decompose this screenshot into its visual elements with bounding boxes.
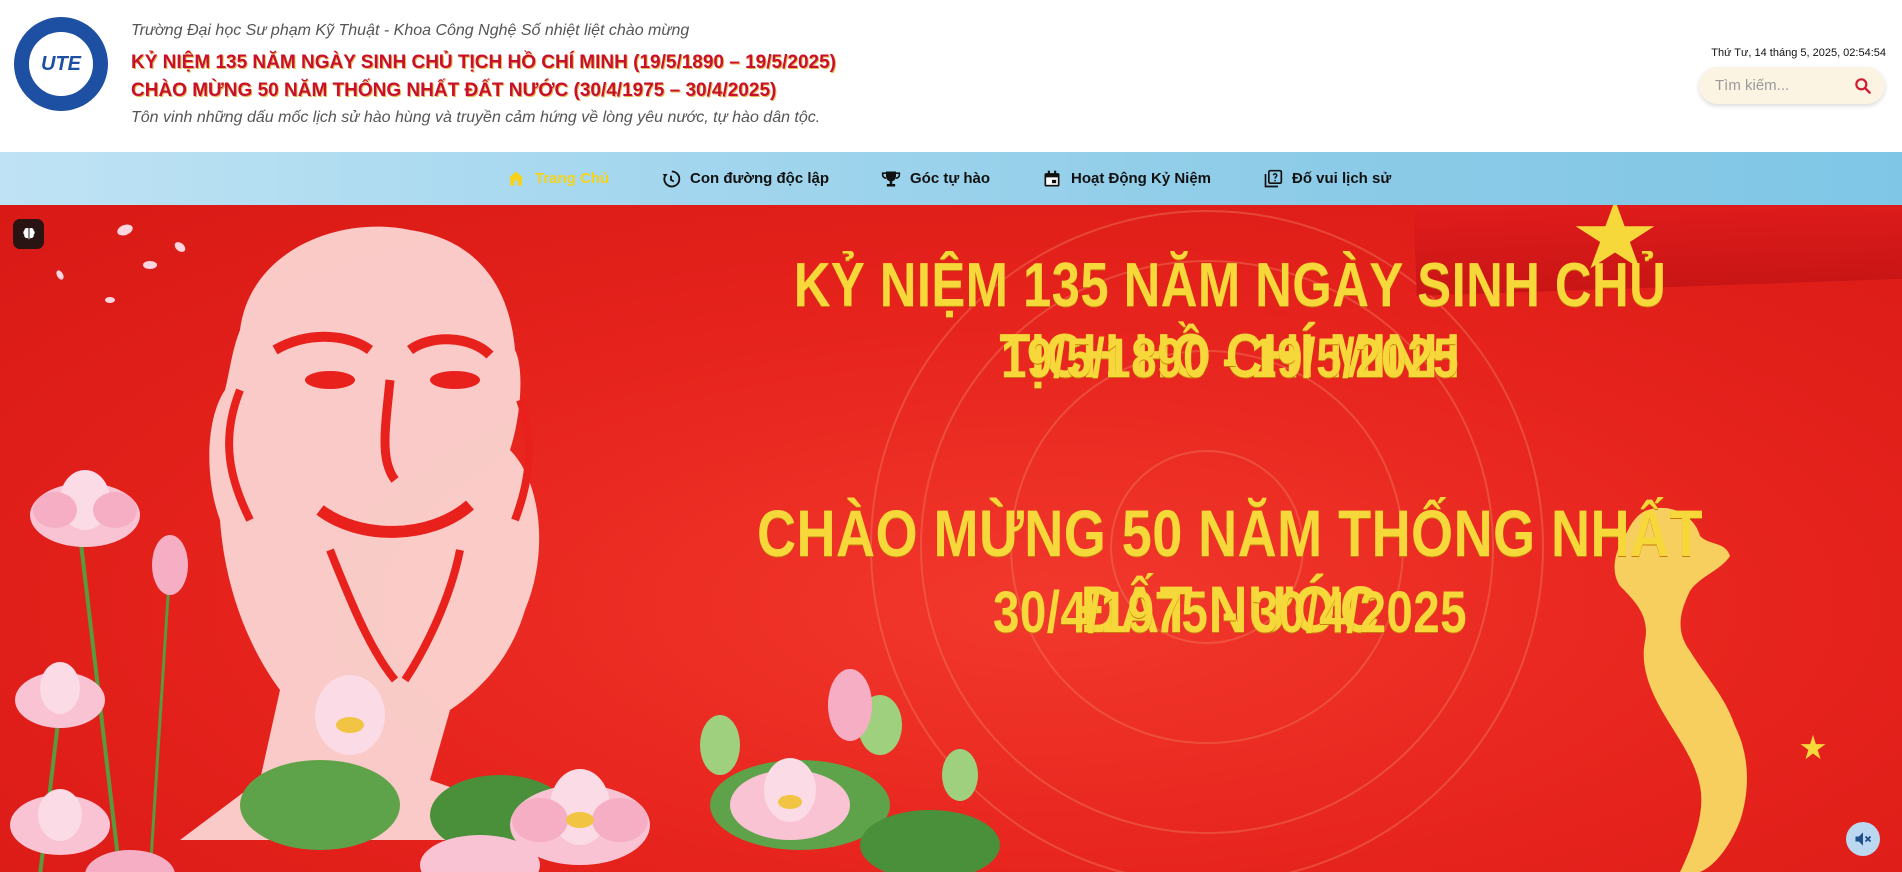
nav-label-commemoration-activities: Hoạt Động Kỷ Niệm bbox=[1071, 170, 1212, 187]
banner-date-birth: 19/5/1890 - 19/5/2025 bbox=[1001, 326, 1459, 389]
search-box bbox=[1699, 67, 1885, 104]
lotus-flowers-center bbox=[240, 669, 1000, 872]
nav-label-independence-path: Con đường độc lập bbox=[690, 170, 830, 187]
small-star-icon bbox=[1800, 735, 1826, 760]
brain-icon bbox=[22, 228, 35, 240]
nav-item-home[interactable]: Trang Chủ bbox=[506, 152, 609, 205]
welcome-text: Trường Đại học Sư phạm Kỹ Thuật - Khoa C… bbox=[131, 22, 690, 39]
logo-text: UTE bbox=[41, 52, 81, 75]
audio-toggle-button[interactable] bbox=[1846, 822, 1880, 856]
banner-date-reunification: 30/4/1975 - 30/4/2025 bbox=[992, 580, 1468, 645]
site-header: UTE Trường Đại học Sư phạm Kỹ Thuật - Kh… bbox=[0, 0, 1902, 152]
current-datetime: Thứ Tư, 14 tháng 5, 2025, 02:54:54 bbox=[1711, 47, 1886, 59]
lotus-flowers-left bbox=[10, 470, 188, 872]
university-logo[interactable]: UTE bbox=[14, 17, 108, 111]
calendar-icon bbox=[1044, 170, 1060, 186]
headline-reunification-50: CHÀO MỪNG 50 NĂM THỐNG NHẤT ĐẤT NƯỚC (30… bbox=[131, 80, 777, 101]
header-subtitle: Tôn vinh những dấu mốc lịch sử hào hùng … bbox=[131, 109, 821, 126]
hero-banner: KỶ NIỆM 135 NĂM NGÀY SINH CHỦ TỊCH HỒ CH… bbox=[0, 205, 1902, 872]
nav-item-history-quiz[interactable]: Đố vui lịch sử bbox=[1263, 152, 1391, 205]
nav-label-home: Trang Chủ bbox=[535, 170, 610, 187]
nav-item-commemoration-activities[interactable]: Hoạt Động Kỷ Niệm bbox=[1042, 152, 1211, 205]
quiz-icon bbox=[1264, 169, 1283, 187]
main-nav: Trang Chủ Con đường độc lập Góc tự hào H… bbox=[0, 152, 1902, 205]
headline-anniversary-135: KỶ NIỆM 135 NĂM NGÀY SINH CHỦ TỊCH HỒ CH… bbox=[131, 52, 836, 73]
logo-emblem: UTE bbox=[26, 29, 96, 99]
nav-item-pride-corner[interactable]: Góc tự hào bbox=[881, 152, 990, 205]
history-icon bbox=[662, 170, 681, 187]
home-icon bbox=[508, 171, 524, 186]
search-button[interactable] bbox=[1853, 76, 1873, 96]
volume-mute-icon bbox=[1855, 832, 1872, 846]
nav-label-history-quiz: Đố vui lịch sử bbox=[1292, 170, 1392, 187]
search-input[interactable] bbox=[1713, 76, 1847, 95]
nav-item-independence-path[interactable]: Con đường độc lập bbox=[661, 152, 829, 205]
search-icon bbox=[1855, 78, 1871, 94]
trophy-icon bbox=[881, 171, 901, 186]
nav-label-pride-corner: Góc tự hào bbox=[910, 170, 991, 187]
side-panel-toggle[interactable] bbox=[13, 219, 44, 249]
